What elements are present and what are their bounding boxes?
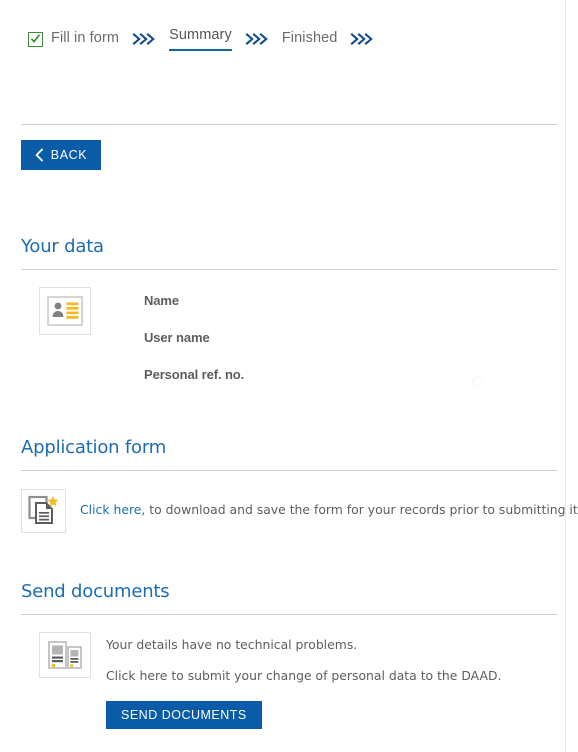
your-data-fields: Name User name Personal ref. no. [144, 287, 244, 382]
field-label-personal-ref-no: Personal ref. no. [144, 367, 245, 382]
step-label-fill-in-form: Fill in form [51, 29, 120, 46]
send-documents-button[interactable]: SEND DOCUMENTS [106, 701, 262, 729]
step-summary[interactable]: Summary [169, 27, 232, 51]
step-finished[interactable]: Finished [282, 30, 338, 49]
triple-chevron-right-icon [132, 32, 156, 46]
section-your-data: Your data Name User name Personal ref. n… [21, 236, 557, 387]
application-form-divider [21, 470, 557, 471]
step-label-finished: Finished [281, 29, 338, 46]
chevron-left-icon [35, 148, 44, 162]
step-fill-in-form[interactable]: Fill in form [28, 30, 119, 49]
checkbox-checked-icon [28, 31, 43, 47]
field-label-user-name: User name [144, 330, 210, 345]
loading-spinner-icon [472, 376, 483, 387]
send-documents-line-2: Click here to submit your change of pers… [106, 668, 502, 683]
two-documents-icon [39, 632, 91, 678]
document-copy-star-icon[interactable] [21, 489, 66, 533]
section-application-form: Application form Click here, to download… [21, 437, 578, 533]
back-button[interactable]: BACK [21, 140, 101, 170]
back-button-label: BACK [50, 148, 88, 162]
send-documents-line-1: Your details have no technical problems. [106, 637, 358, 652]
triple-chevron-right-icon-3 [350, 32, 374, 46]
triple-chevron-right-icon-2 [245, 32, 269, 46]
step-label-summary: Summary [169, 27, 232, 51]
send-documents-body: Your details have no technical problems.… [106, 632, 501, 729]
section-send-documents: Send documents Your details have no tech… [21, 581, 557, 729]
application-form-text: Click here, to download and save the for… [80, 489, 578, 517]
your-data-divider [21, 269, 557, 270]
field-label-name: Name [144, 293, 180, 308]
page-container: Fill in form Summary Finished BACK Your … [0, 0, 578, 752]
application-form-description: , to download and save the form for your… [141, 502, 578, 517]
progress-stepper: Fill in form Summary Finished [0, 0, 565, 56]
send-documents-divider [21, 614, 557, 615]
your-data-content: Name User name Personal ref. no. [21, 287, 557, 387]
stepper-divider [21, 124, 557, 125]
download-form-link[interactable]: Click here [80, 502, 141, 517]
send-documents-title: Send documents [21, 581, 170, 602]
id-card-icon [39, 287, 91, 335]
your-data-title: Your data [21, 236, 104, 257]
send-documents-content: Your details have no technical problems.… [21, 632, 557, 729]
application-form-content: Click here, to download and save the for… [21, 489, 578, 533]
application-form-title: Application form [21, 437, 167, 458]
